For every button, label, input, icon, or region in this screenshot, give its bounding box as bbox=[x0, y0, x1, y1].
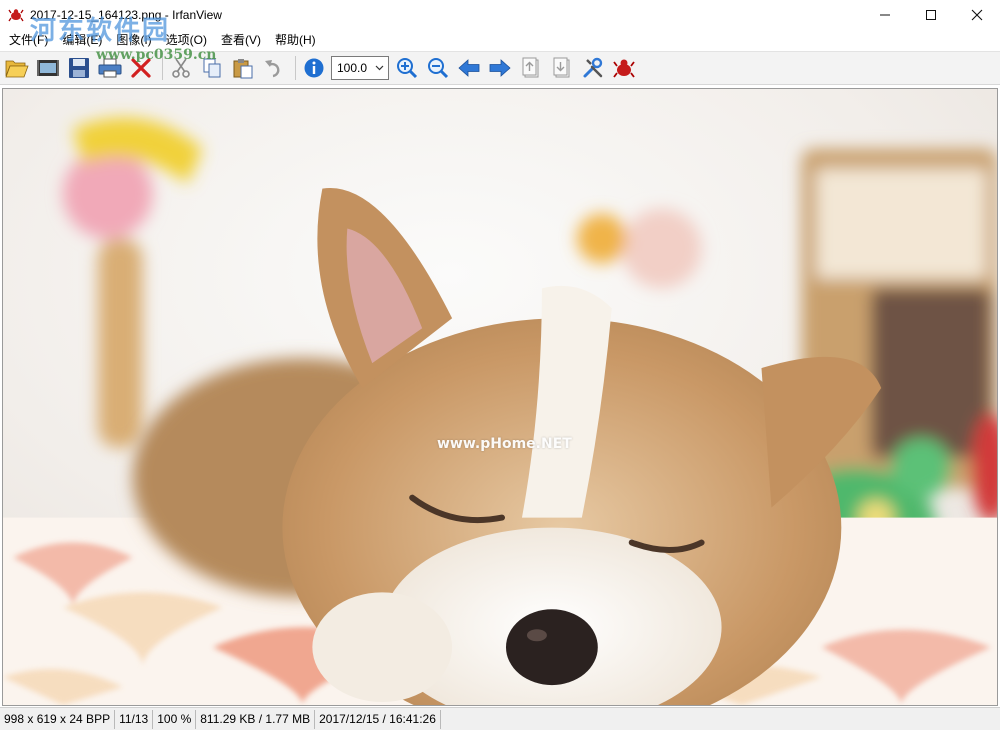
status-file-size: 811.29 KB / 1.77 MB bbox=[196, 709, 316, 729]
slideshow-icon bbox=[37, 60, 59, 76]
previous-icon bbox=[458, 59, 480, 77]
status-zoom: 100 % bbox=[153, 709, 197, 729]
menu-view[interactable]: 查看(V) bbox=[214, 30, 268, 50]
print-icon bbox=[98, 58, 122, 78]
toolbar-separator bbox=[162, 56, 163, 80]
folder-open-icon bbox=[5, 60, 29, 78]
minimize-button[interactable] bbox=[862, 0, 908, 30]
title-bar: 2017-12-15_164123.png - IrfanView bbox=[0, 0, 1000, 30]
irfanview-icon bbox=[613, 59, 635, 78]
delete-icon bbox=[131, 58, 151, 78]
next-button[interactable] bbox=[486, 54, 514, 82]
image-viewport[interactable]: www.pHome.NET bbox=[2, 88, 998, 706]
cut-icon bbox=[172, 58, 190, 78]
menu-edit[interactable]: 编辑(E) bbox=[55, 30, 109, 50]
zoom-out-button[interactable] bbox=[424, 54, 452, 82]
delete-button[interactable] bbox=[127, 54, 155, 82]
zoom-value: 100.0 bbox=[337, 61, 368, 75]
about-button[interactable] bbox=[610, 54, 638, 82]
chevron-down-icon bbox=[375, 65, 384, 71]
menu-image[interactable]: 图像(I) bbox=[109, 30, 158, 50]
previous-button[interactable] bbox=[455, 54, 483, 82]
zoom-dropdown[interactable]: 100.0 bbox=[331, 56, 389, 80]
cut-button[interactable] bbox=[167, 54, 195, 82]
menu-bar: 文件(F) 编辑(E) 图像(I) 选项(O) 查看(V) 帮助(H) bbox=[0, 30, 1000, 50]
settings-button[interactable] bbox=[579, 54, 607, 82]
first-page-icon bbox=[522, 57, 539, 78]
first-page-button[interactable] bbox=[517, 54, 545, 82]
status-bar: 998 x 619 x 24 BPP 11/13 100 % 811.29 KB… bbox=[0, 707, 1000, 730]
info-icon bbox=[304, 58, 324, 78]
maximize-button[interactable] bbox=[908, 0, 954, 30]
zoom-in-button[interactable] bbox=[393, 54, 421, 82]
close-button[interactable] bbox=[954, 0, 1000, 30]
toolbar: 100.0 bbox=[0, 51, 1000, 85]
menu-file[interactable]: 文件(F) bbox=[2, 30, 55, 50]
toolbar-separator bbox=[295, 56, 296, 80]
zoom-in-icon bbox=[397, 58, 418, 79]
copy-icon bbox=[203, 58, 221, 78]
last-page-button[interactable] bbox=[548, 54, 576, 82]
undo-button[interactable] bbox=[260, 54, 288, 82]
info-button[interactable] bbox=[300, 54, 328, 82]
paste-icon bbox=[233, 59, 253, 79]
next-icon bbox=[489, 59, 511, 77]
save-icon bbox=[69, 58, 89, 78]
copy-button[interactable] bbox=[198, 54, 226, 82]
zoom-out-icon bbox=[428, 58, 449, 79]
puppy-photo bbox=[3, 89, 997, 705]
irfanview-app-icon[interactable] bbox=[8, 7, 24, 23]
open-button[interactable] bbox=[3, 54, 31, 82]
paste-button[interactable] bbox=[229, 54, 257, 82]
window-title: 2017-12-15_164123.png - IrfanView bbox=[30, 8, 222, 22]
settings-icon bbox=[583, 57, 603, 78]
status-dimensions: 998 x 619 x 24 BPP bbox=[0, 709, 116, 729]
print-button[interactable] bbox=[96, 54, 124, 82]
undo-icon bbox=[265, 60, 280, 78]
menu-help[interactable]: 帮助(H) bbox=[268, 30, 323, 50]
menu-options[interactable]: 选项(O) bbox=[159, 30, 214, 50]
slideshow-button[interactable] bbox=[34, 54, 62, 82]
save-button[interactable] bbox=[65, 54, 93, 82]
last-page-icon bbox=[553, 57, 570, 78]
status-file-index: 11/13 bbox=[115, 709, 154, 729]
status-datetime: 2017/12/15 / 16:41:26 bbox=[315, 709, 441, 729]
